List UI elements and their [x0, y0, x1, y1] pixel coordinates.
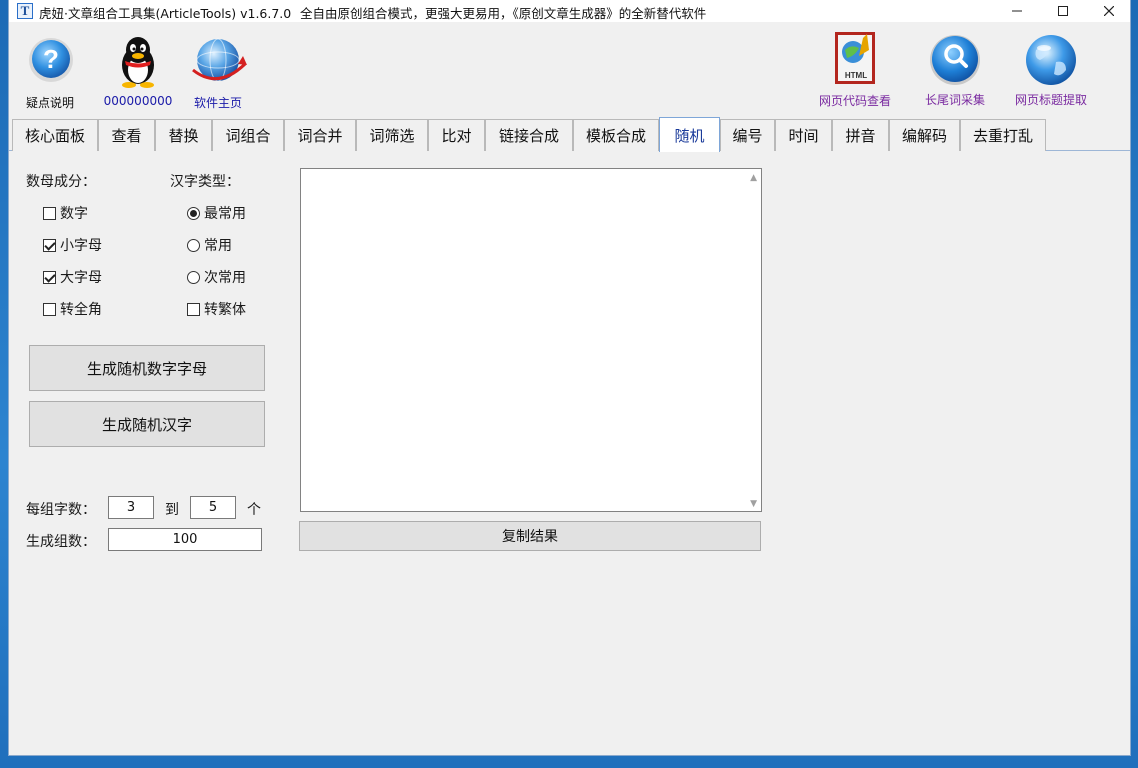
less-common-radio[interactable]: 次常用: [187, 267, 246, 287]
tab-time[interactable]: 时间: [775, 119, 832, 151]
group-count-input[interactable]: 100: [108, 528, 262, 551]
fullwidth-checkbox[interactable]: 转全角: [43, 299, 102, 319]
most-common-radio-label: 最常用: [204, 206, 246, 222]
help-tool[interactable]: ? 疑点说明: [21, 34, 79, 111]
html-view-label: 网页代码查看: [818, 94, 891, 108]
html-icon-text: HTML: [845, 71, 867, 80]
common-radio-label: 常用: [204, 238, 232, 254]
common-radio[interactable]: 常用: [187, 235, 232, 255]
qq-tool[interactable]: 000000000: [103, 32, 173, 108]
tab-template-compose[interactable]: 模板合成: [573, 119, 659, 151]
most-common-radio[interactable]: 最常用: [187, 203, 246, 223]
less-common-radio-label: 次常用: [204, 270, 246, 286]
to-label: 到: [165, 502, 179, 518]
minimize-button[interactable]: [994, 0, 1040, 22]
copy-result-button[interactable]: 复制结果: [299, 521, 761, 551]
uppercase-checkbox-label: 大字母: [60, 270, 102, 286]
traditional-checkbox-label: 转繁体: [204, 302, 246, 318]
app-icon: T: [17, 3, 33, 19]
window-title: 虎妞·文章组合工具集(ArticleTools) v1.6.7.0: [39, 6, 292, 21]
tab-random[interactable]: 随机: [659, 117, 720, 152]
main-window: T 虎妞·文章组合工具集(ArticleTools) v1.6.7.0 全自由原…: [8, 0, 1131, 756]
tab-compare[interactable]: 比对: [428, 119, 485, 151]
uppercase-checkbox-box[interactable]: [43, 270, 56, 284]
help-label: 疑点说明: [25, 96, 74, 110]
tab-word-merge[interactable]: 词合并: [284, 119, 356, 151]
title-bar: T 虎妞·文章组合工具集(ArticleTools) v1.6.7.0 全自由原…: [9, 0, 1130, 22]
title-extract-tool[interactable]: 网页标题提取: [1009, 32, 1093, 108]
maximize-button[interactable]: [1040, 0, 1086, 22]
per-group-label: 每组字数：: [26, 502, 96, 518]
group-count-label: 生成组数：: [26, 534, 96, 550]
tab-replace[interactable]: 替换: [155, 119, 212, 151]
close-icon: [1104, 6, 1114, 16]
tab-bar: 核心面板 查看 替换 词组合 词合并 词筛选 比对 链接合成 模板合成 随机 编…: [9, 117, 1130, 152]
unit-label: 个: [247, 502, 261, 518]
generate-hanzi-button[interactable]: 生成随机汉字: [29, 401, 265, 447]
tab-core-panel[interactable]: 核心面板: [12, 119, 98, 151]
search-magnifier-icon: [930, 35, 980, 85]
less-common-radio-dot[interactable]: [187, 270, 200, 284]
fullwidth-checkbox-label: 转全角: [60, 302, 102, 318]
tab-encode-decode[interactable]: 编解码: [889, 119, 960, 151]
generate-alnum-button[interactable]: 生成随机数字字母: [29, 345, 265, 391]
output-textarea[interactable]: ▲ ▼: [300, 168, 762, 512]
minimize-icon: [1012, 10, 1022, 12]
longtail-label: 长尾词采集: [924, 93, 985, 107]
help-icon: ?: [29, 38, 73, 82]
html-view-tool[interactable]: HTML 网页代码查看: [812, 30, 898, 109]
lowercase-checkbox-box[interactable]: [43, 238, 56, 252]
traditional-checkbox[interactable]: 转繁体: [187, 299, 246, 319]
globe-icon: [192, 38, 247, 82]
earth-globe-icon: [1026, 35, 1076, 85]
longtail-tool[interactable]: 长尾词采集: [915, 32, 995, 108]
hanzi-type-label: 汉字类型：: [170, 174, 240, 190]
tab-pinyin[interactable]: 拼音: [832, 119, 889, 151]
tab-word-combine[interactable]: 词组合: [212, 119, 284, 151]
qq-penguin-icon: [122, 37, 154, 88]
title-extract-label: 网页标题提取: [1014, 93, 1087, 107]
fullwidth-checkbox-box[interactable]: [43, 302, 56, 316]
tab-word-filter[interactable]: 词筛选: [356, 119, 428, 151]
digits-letters-label: 数母成分：: [26, 174, 96, 190]
svg-text:?: ?: [43, 44, 59, 74]
common-radio-dot[interactable]: [187, 238, 200, 252]
homepage-label: 软件主页: [193, 96, 242, 110]
window-subtitle: 全自由原创组合模式，更强大更易用，《原创文章生成器》的全新替代软件: [300, 6, 707, 21]
lowercase-checkbox-label: 小字母: [60, 238, 102, 254]
most-common-radio-dot[interactable]: [187, 206, 200, 220]
tab-view[interactable]: 查看: [98, 119, 155, 151]
close-button[interactable]: [1086, 0, 1132, 22]
min-chars-input[interactable]: 3: [108, 496, 154, 519]
maximize-icon: [1058, 6, 1068, 16]
uppercase-checkbox[interactable]: 大字母: [43, 267, 102, 287]
lowercase-checkbox[interactable]: 小字母: [43, 235, 102, 255]
scroll-down-arrow-icon[interactable]: ▼: [750, 499, 757, 509]
html-file-icon: HTML: [835, 32, 875, 84]
max-chars-input[interactable]: 5: [190, 496, 236, 519]
tab-dedup-shuffle[interactable]: 去重打乱: [960, 119, 1046, 151]
scroll-up-arrow-icon[interactable]: ▲: [750, 173, 757, 183]
desktop-background: [0, 756, 1138, 768]
traditional-checkbox-box[interactable]: [187, 302, 200, 316]
homepage-tool[interactable]: 软件主页: [185, 34, 251, 111]
digits-checkbox-label: 数字: [60, 206, 88, 222]
digits-checkbox[interactable]: 数字: [43, 203, 88, 223]
tab-link-compose[interactable]: 链接合成: [485, 119, 573, 151]
digits-checkbox-box[interactable]: [43, 206, 56, 220]
qq-number-label: 000000000: [103, 94, 173, 108]
tab-numbering[interactable]: 编号: [720, 119, 775, 151]
